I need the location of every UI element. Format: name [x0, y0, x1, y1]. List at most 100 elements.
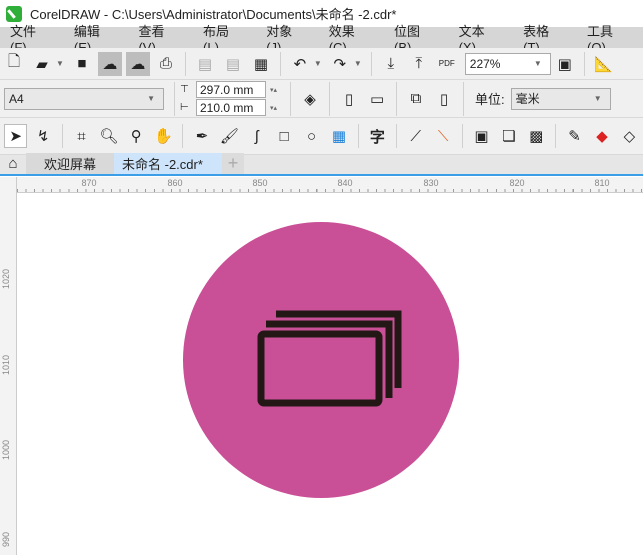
page-size-select[interactable]: A4 ▼ [4, 87, 164, 110]
home-tab[interactable]: ⌂ [0, 153, 26, 174]
pen-tool-icon[interactable]: ✒ [190, 124, 213, 148]
units-label: 单位: [475, 92, 505, 107]
shape-tool-icon[interactable]: ↯ [31, 124, 54, 148]
coreldraw-logo-icon [6, 5, 22, 22]
pink-circle[interactable] [183, 222, 459, 498]
ruler-label: 870 [81, 178, 97, 188]
transparency-tool-icon[interactable]: ▩ [525, 124, 548, 148]
page-height-input[interactable]: 297.0 mm [196, 81, 266, 98]
units-value: 毫米 [515, 92, 540, 106]
page-width-input[interactable]: 210.0 mm [196, 99, 266, 116]
paste-icon[interactable]: ▦ [249, 52, 273, 76]
ruler-ticks [17, 189, 643, 192]
all-pages-icon[interactable]: ⧉ [404, 87, 428, 111]
divider [554, 124, 556, 148]
rulers-toggle-icon[interactable]: 📐 [592, 52, 616, 76]
redo-dropdown-icon[interactable]: ▼ [354, 59, 362, 68]
divider [396, 124, 397, 148]
export-icon[interactable]: ⤒ [407, 52, 431, 76]
open-folder-icon[interactable]: ▰ [30, 52, 54, 76]
divider [357, 124, 359, 148]
interactive-fill-tool-icon[interactable]: ◆ [590, 124, 613, 148]
ruler-label: 1000 [1, 439, 11, 460]
drawing-canvas[interactable] [18, 193, 643, 555]
ruler-label: 830 [423, 178, 439, 188]
import-icon[interactable]: ⤓ [379, 52, 403, 76]
eyedropper-tool-icon[interactable]: ✎ [563, 124, 586, 148]
cloud-upload-icon[interactable]: ☁ [125, 51, 150, 76]
text-tool-icon[interactable]: 字 [366, 124, 389, 148]
divider [329, 81, 331, 116]
open-dropdown-icon[interactable]: ▼ [56, 59, 64, 68]
graph-paper-tool-icon[interactable]: ▦ [327, 124, 350, 148]
drop-shadow-tool-icon[interactable]: ❏ [497, 124, 520, 148]
pick-tool-icon[interactable]: ➤ [4, 124, 28, 148]
page-width-icon: ⊢ [180, 102, 189, 113]
divider [61, 124, 63, 148]
divider [463, 81, 465, 116]
new-tab-button[interactable]: + [222, 153, 244, 174]
full-screen-icon[interactable]: ▣ [553, 52, 577, 76]
pan-tool-icon[interactable]: ✋ [152, 124, 175, 148]
save-icon[interactable]: ■ [70, 52, 94, 76]
publish-pdf-icon[interactable]: PDF [435, 52, 459, 76]
divider [370, 51, 372, 76]
horizontal-ruler[interactable]: 870 860 850 840 830 820 810 [17, 177, 643, 193]
redo-icon[interactable]: ↷ [328, 52, 352, 76]
dimension-tool-icon[interactable]: ⟋ [404, 124, 427, 148]
zoom-out-tool-icon[interactable]: ⚲ [125, 124, 148, 148]
current-page-icon[interactable]: ▯ [432, 87, 456, 111]
tab-welcome-screen[interactable]: 欢迎屏幕 [26, 153, 114, 174]
zoom-value: 227% [469, 56, 501, 71]
landscape-icon[interactable]: ▭ [365, 87, 389, 111]
undo-dropdown-icon[interactable]: ▼ [314, 59, 322, 68]
ruler-label: 990 [1, 531, 11, 547]
divider [279, 51, 281, 76]
ruler-label: 840 [337, 178, 353, 188]
ruler-label: 1020 [1, 268, 11, 289]
brush-tool-icon[interactable]: 🖌︎ [218, 124, 241, 148]
document-tabs: ⌂ 欢迎屏幕 未命名 -2.cdr* + [0, 153, 643, 176]
undo-icon[interactable]: ↶ [288, 52, 312, 76]
width-spinner[interactable]: ▾▴ [266, 104, 281, 112]
divider [182, 124, 184, 148]
ruler-label: 810 [594, 178, 610, 188]
chevron-down-icon: ▼ [533, 59, 542, 68]
freehand-tool-icon[interactable]: ʃ [245, 124, 268, 148]
ellipse-tool-icon[interactable]: ○ [300, 124, 323, 148]
page-orientation-icon[interactable]: ◈ [298, 87, 322, 111]
units-select[interactable]: 毫米 ▼ [510, 87, 611, 110]
zoom-tool-icon[interactable]: 🔍︎ [97, 124, 120, 148]
height-spinner[interactable]: ▾▴ [266, 86, 281, 94]
copy-icon[interactable]: ▤ [221, 52, 245, 76]
cut-icon[interactable]: ▤ [193, 52, 217, 76]
divider [461, 124, 463, 148]
cloud-download-icon[interactable]: ☁ [97, 51, 122, 76]
divider [290, 81, 292, 116]
zoom-level-select[interactable]: 227% ▼ [464, 52, 551, 75]
standard-toolbar: 🗋 ▰ ▼ ■ ☁ ☁ ⎙ ▤ ▤ ▦ ↶ ▼ ↷ ▼ ⤓ ⤒ PDF 227% ▼ ▣… [0, 48, 643, 80]
artwork [183, 222, 459, 498]
connector-tool-icon[interactable]: ⟍ [431, 124, 454, 148]
print-icon[interactable]: ⎙ [154, 52, 178, 76]
ruler-label: 850 [252, 178, 268, 188]
divider [184, 51, 186, 76]
chevron-down-icon: ▼ [147, 94, 155, 103]
menu-bar: 文件(F) 编辑(E) 查看(V) 布局(L) 对象(J) 效果(C) 位图(B… [0, 24, 643, 55]
rectangle-tool-icon[interactable]: □ [273, 124, 296, 148]
home-icon: ⌂ [8, 155, 18, 172]
divider [174, 81, 175, 116]
vertical-ruler[interactable]: 1020 1010 1000 990 [0, 177, 17, 555]
new-document-icon[interactable]: 🗋 [2, 52, 26, 76]
smart-fill-tool-icon[interactable]: ◇ [618, 124, 641, 148]
page-size-value: A4 [9, 91, 24, 106]
crop-tool-icon[interactable]: ⌗ [70, 124, 93, 148]
ruler-label: 820 [509, 178, 525, 188]
toolbox: ➤ ↯ ⌗ 🔍︎ ⚲ ✋ ✒ 🖌︎ ʃ □ ○ ▦ 字 ⟋ ⟍ ▣ ❏ ▩ ✎ … [0, 118, 643, 155]
tab-document[interactable]: 未命名 -2.cdr* [114, 153, 222, 174]
contour-tool-icon[interactable]: ▣ [470, 124, 493, 148]
page-dimensions: ⊤ 297.0 mm ▾▴ ⊢ 210.0 mm ▾▴ [180, 81, 285, 116]
portrait-icon[interactable]: ▯ [337, 87, 361, 111]
divider [583, 51, 585, 76]
ruler-label: 860 [167, 178, 183, 188]
